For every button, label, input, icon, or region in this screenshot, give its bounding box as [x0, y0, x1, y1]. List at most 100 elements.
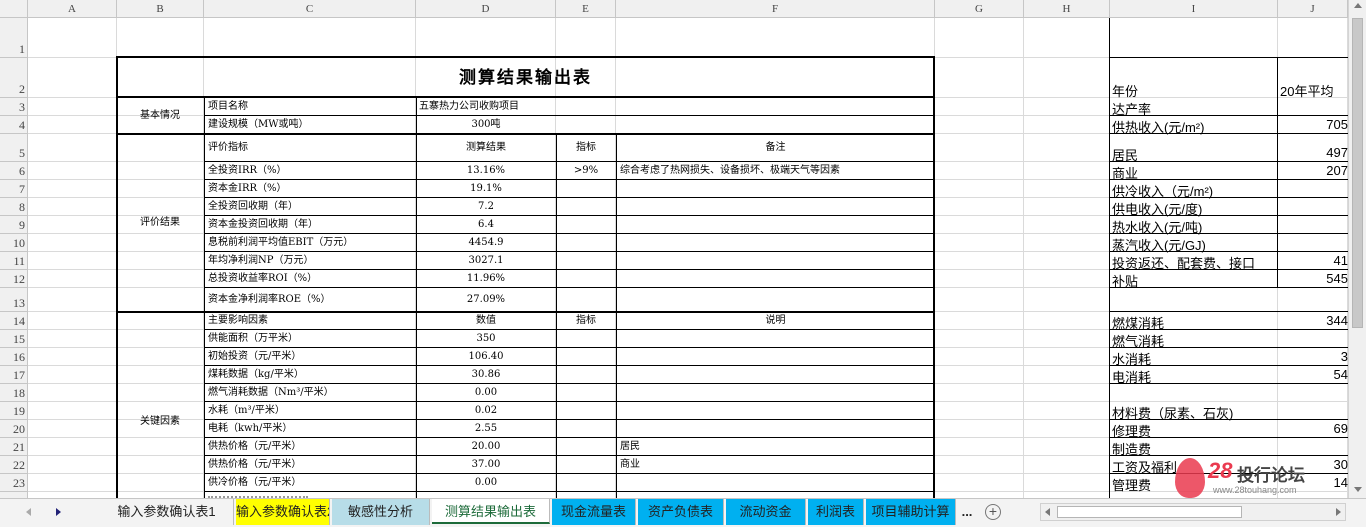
column-header-h[interactable]: H [1024, 0, 1110, 18]
eval-header-note: 备注 [765, 142, 786, 153]
row-header-17[interactable]: 17 [0, 366, 27, 384]
select-all-corner[interactable] [0, 0, 28, 18]
tab-5[interactable]: 资产负债表 [638, 499, 724, 525]
eval-header-indicator: 指标 [576, 142, 596, 153]
tab-2[interactable]: 敏感性分析 [332, 499, 430, 525]
row-header-19[interactable]: 19 [0, 402, 27, 420]
hscroll-right-icon[interactable] [1336, 508, 1341, 516]
tab-4[interactable]: 现金流量表 [552, 499, 636, 525]
scroll-thumb[interactable] [1352, 18, 1363, 328]
row-header-11[interactable]: 11 [0, 252, 27, 270]
row-header-5[interactable]: 5 [0, 134, 27, 162]
key-header-indicator: 指标 [576, 315, 596, 326]
column-header-e[interactable]: E [556, 0, 616, 18]
eval-label-3: 资本金投资回收期（年） [208, 219, 318, 230]
right-col-border [1277, 58, 1278, 288]
flame-logo-icon [1175, 458, 1205, 498]
row-border [116, 133, 935, 135]
add-sheet-button[interactable]: + [985, 504, 1001, 520]
row-header-18[interactable]: 18 [0, 384, 27, 402]
eval-indicator-0: >9% [573, 165, 599, 176]
vertical-scrollbar[interactable] [1348, 0, 1366, 498]
column-header-b[interactable]: B [117, 0, 204, 18]
sheet-grid[interactable]: 测算结果输出表 基本情况 评价结果 关键因素 项目名称 五寨热力公司收购项目 建设规… [28, 18, 1348, 498]
row-header-13[interactable]: 13 [0, 288, 27, 312]
right-border [1109, 18, 1348, 57]
section-eval-label: 评价结果 [140, 217, 180, 228]
right-value-2: 705 [1326, 117, 1348, 132]
key-value-2: 30.86 [471, 369, 501, 380]
hscroll-thumb[interactable] [1057, 506, 1242, 518]
eval-value-5: 3027.1 [468, 255, 504, 266]
more-tabs-button[interactable]: ... [954, 499, 980, 525]
right-label-10: 补贴 [1112, 274, 1139, 289]
tab-7[interactable]: 利润表 [808, 499, 864, 525]
row-border [204, 179, 935, 180]
key-label-4: 水耗（m³/平米） [208, 405, 285, 416]
column-header-j[interactable]: J [1278, 0, 1348, 18]
row-header-16[interactable]: 16 [0, 348, 27, 366]
row-border [204, 365, 935, 366]
row-header-2[interactable]: 2 [0, 58, 27, 98]
column-header-f[interactable]: F [616, 0, 935, 18]
row-header-22[interactable]: 22 [0, 456, 27, 474]
row-header-20[interactable]: 20 [0, 420, 27, 438]
tab-6[interactable]: 流动资金 [726, 499, 806, 525]
right-row-border [1110, 215, 1348, 216]
row-border [204, 347, 935, 348]
row-header-12[interactable]: 12 [0, 270, 27, 288]
right-row-border [1110, 233, 1348, 234]
eval-value-3: 6.4 [478, 219, 494, 230]
tab-3[interactable]: 测算结果输出表 [432, 499, 550, 524]
row-header-10[interactable]: 10 [0, 234, 27, 252]
key-header-label: 主要影响因素 [208, 315, 268, 326]
row-header-15[interactable]: 15 [0, 330, 27, 348]
row-border [204, 455, 935, 456]
right-row-border [1110, 365, 1348, 366]
eval-value-6: 11.96% [466, 273, 506, 284]
eval-header-label: 评价指标 [208, 142, 248, 153]
row-header-14[interactable]: 14 [0, 312, 27, 330]
tab-1[interactable]: 输入参数确认表2 [236, 499, 330, 525]
row-headers: 1 2 3 4 5 6 7 8 9 10 11 12 13 14 15 16 17 18 19 20 21 22 23 [0, 18, 28, 498]
tab-nav-next-icon[interactable] [56, 508, 61, 516]
row-border [204, 329, 935, 330]
hscroll-left-icon[interactable] [1045, 508, 1050, 516]
row-border [204, 233, 935, 234]
column-header-d[interactable]: D [416, 0, 556, 18]
tab-8[interactable]: 项目辅助计算 [866, 499, 956, 525]
row-header-9[interactable]: 9 [0, 216, 27, 234]
row-header-21[interactable]: 21 [0, 438, 27, 456]
title-divider [116, 96, 935, 98]
row-border [204, 491, 935, 492]
col-border [616, 134, 617, 312]
col-border [616, 312, 617, 498]
column-header-a[interactable]: A [28, 0, 117, 18]
row-header-4[interactable]: 4 [0, 116, 27, 134]
scroll-up-icon[interactable] [1354, 3, 1362, 8]
column-header-g[interactable]: G [935, 0, 1024, 18]
column-header-i[interactable]: I [1110, 0, 1278, 18]
key-label-3: 燃气消耗数据（Nm³/平米） [208, 387, 334, 398]
right-row-border [1110, 329, 1348, 330]
right-row-border [1110, 133, 1348, 134]
tab-0[interactable]: 输入参数确认表1 [100, 499, 234, 525]
row-header-1[interactable]: 1 [0, 18, 27, 58]
column-header-c[interactable]: C [204, 0, 416, 18]
tab-nav-prev-icon[interactable] [26, 508, 31, 516]
eval-value-7: 27.09% [466, 294, 506, 305]
section-key-label: 关键因素 [140, 416, 180, 427]
row-header-6[interactable]: 6 [0, 162, 27, 180]
right-value-14: 54 [1333, 367, 1348, 382]
key-header-note: 说明 [765, 315, 786, 326]
key-label-8: 供冷价格（元/平米） [208, 477, 302, 488]
row-header-23[interactable]: 23 [0, 474, 27, 492]
row-header-8[interactable]: 8 [0, 198, 27, 216]
col-border [556, 312, 557, 498]
scroll-down-icon[interactable] [1354, 487, 1362, 492]
row-header-3[interactable]: 3 [0, 98, 27, 116]
horizontal-scrollbar[interactable] [1040, 503, 1346, 521]
row-header-7[interactable]: 7 [0, 180, 27, 198]
row-border [204, 251, 935, 252]
col-border [204, 98, 205, 134]
